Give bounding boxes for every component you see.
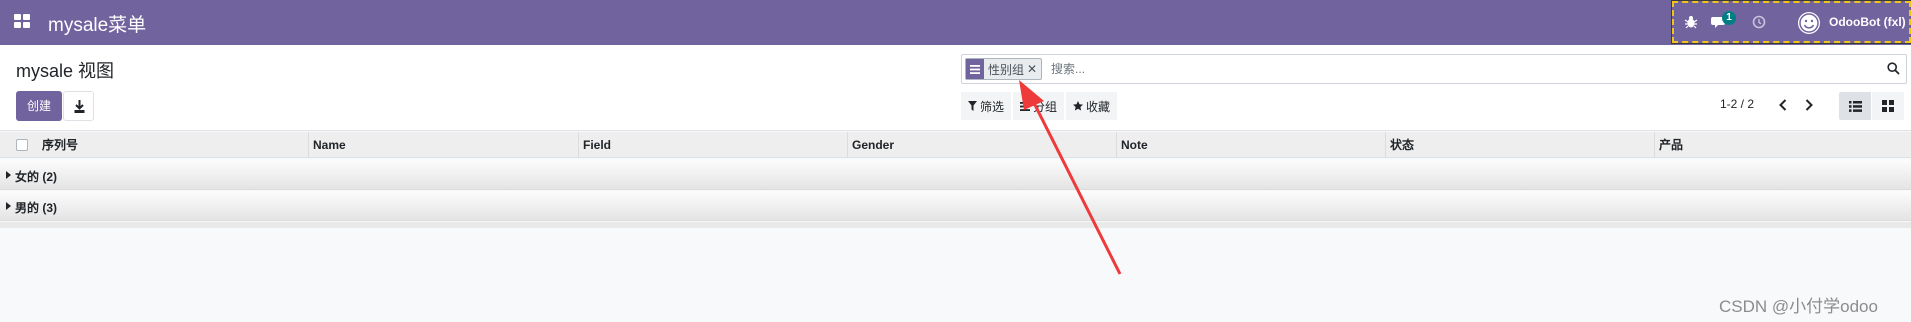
search-box[interactable]: 性别组 ✕ xyxy=(961,54,1907,84)
filter-label: 筛选 xyxy=(980,99,1005,114)
search-icon[interactable] xyxy=(1887,62,1900,75)
debug-bug-icon[interactable] xyxy=(1684,3,1700,41)
app-title[interactable]: mysale菜单 xyxy=(48,10,146,37)
pager-value[interactable]: 1-2 / 2 xyxy=(1720,97,1754,111)
groupby-label: 分组 xyxy=(1033,99,1058,114)
favorites-button[interactable]: 收藏 xyxy=(1066,92,1118,120)
chevron-right-icon xyxy=(1805,99,1813,111)
group-row[interactable]: 女的 (2) xyxy=(0,160,1911,190)
column-header-sequence[interactable]: 序列号 xyxy=(38,132,308,158)
clock-icon[interactable] xyxy=(1752,3,1768,41)
user-avatar[interactable] xyxy=(1798,12,1820,34)
filter-button[interactable]: 筛选 xyxy=(961,92,1012,120)
search-input[interactable] xyxy=(1051,59,1851,79)
facet-groupby-icon xyxy=(966,59,984,79)
star-icon xyxy=(1073,101,1084,111)
caret-right-icon xyxy=(6,202,11,210)
select-all-checkbox[interactable] xyxy=(16,139,28,151)
pager-previous-button[interactable] xyxy=(1774,95,1792,115)
list-footer xyxy=(0,222,1911,228)
user-name[interactable]: OdooBot (fxl) xyxy=(1829,15,1906,29)
groupby-icon xyxy=(1020,101,1031,111)
breadcrumb: mysale 视图 xyxy=(16,61,115,81)
kanban-view-button[interactable] xyxy=(1872,92,1904,120)
caret-right-icon xyxy=(6,171,11,179)
watermark: CSDN @小付学odoo xyxy=(1719,297,1878,316)
main-navbar: mysale菜单 1 OdooBot (fxl) xyxy=(0,0,1911,45)
search-facet-groupby[interactable]: 性别组 ✕ xyxy=(965,58,1043,80)
chevron-left-icon xyxy=(1779,99,1787,111)
group-row[interactable]: 男的 (3) xyxy=(0,191,1911,221)
list-header: 序列号 Name Field Gender Note 状态 产品 xyxy=(0,132,1911,158)
list-view-icon xyxy=(1848,100,1862,112)
control-panel: mysale 视图 创建 性别组 ✕ 筛选 分组 收藏 1-2 / 2 xyxy=(0,45,1911,131)
apps-menu-icon[interactable] xyxy=(14,14,32,30)
download-icon xyxy=(74,100,85,113)
favorites-label: 收藏 xyxy=(1086,99,1111,114)
messages-badge: 1 xyxy=(1722,11,1736,25)
column-header-product[interactable]: 产品 xyxy=(1654,132,1911,158)
kanban-view-icon xyxy=(1882,100,1894,112)
filter-icon xyxy=(968,101,977,111)
column-header-field[interactable]: Field xyxy=(578,132,848,158)
column-header-name[interactable]: Name xyxy=(308,132,578,158)
export-button[interactable] xyxy=(63,91,94,121)
facet-remove-icon[interactable]: ✕ xyxy=(1027,62,1041,76)
column-header-note[interactable]: Note xyxy=(1116,132,1386,158)
group-label: 女的 (2) xyxy=(15,170,58,184)
systray: 1 OdooBot (fxl) xyxy=(1671,0,1911,44)
groupby-button[interactable]: 分组 xyxy=(1013,92,1065,120)
pager-next-button[interactable] xyxy=(1800,95,1818,115)
group-label: 男的 (3) xyxy=(15,201,58,215)
list-view-button[interactable] xyxy=(1839,92,1871,120)
search-options: 筛选 分组 收藏 xyxy=(961,92,1119,120)
facet-label: 性别组 xyxy=(988,62,1025,77)
column-header-state[interactable]: 状态 xyxy=(1385,132,1655,158)
column-header-gender[interactable]: Gender xyxy=(847,132,1117,158)
create-button[interactable]: 创建 xyxy=(16,91,62,121)
